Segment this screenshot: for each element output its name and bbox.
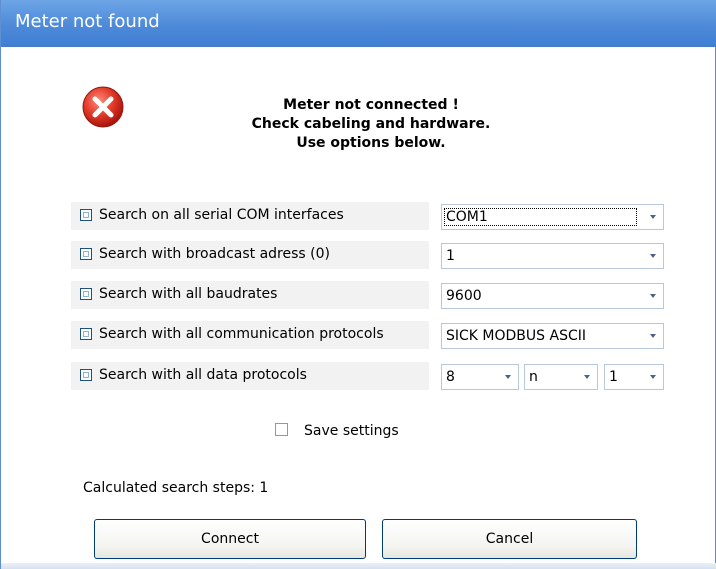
checkbox-broadcast[interactable] — [80, 248, 92, 260]
checkbox-baudrates[interactable] — [80, 288, 92, 300]
window-title: Meter not found — [15, 11, 160, 32]
label-save-settings: Save settings — [304, 423, 399, 439]
checkbox-com-interfaces[interactable] — [80, 209, 92, 221]
message-line-2: Check cabeling and hardware. — [251, 116, 491, 132]
select-data-bits-value: 8 — [446, 369, 455, 385]
select-baudrate[interactable]: 9600 — [441, 283, 664, 309]
select-data-bits[interactable]: 8 — [441, 364, 519, 390]
select-comm-protocol-value: SICK MODBUS ASCII — [446, 328, 586, 344]
label-broadcast: Search with broadcast adress (0) — [99, 246, 330, 262]
select-comm-protocol[interactable]: SICK MODBUS ASCII — [441, 323, 664, 349]
cancel-button[interactable]: Cancel — [382, 519, 637, 559]
chevron-down-icon[interactable] — [643, 284, 663, 308]
title-bar[interactable]: Meter not found — [1, 0, 716, 47]
select-parity-value: n — [529, 369, 538, 385]
dialog-window: Meter not found Meter not connected ! Ch… — [0, 0, 716, 569]
option-row-comm-protocols: Search with all communication protocols — [71, 321, 429, 349]
select-stop-bits-value: 1 — [609, 369, 618, 385]
checkbox-comm-protocols[interactable] — [80, 328, 92, 340]
label-data-protocols: Search with all data protocols — [99, 367, 307, 383]
chevron-down-icon[interactable] — [498, 365, 518, 389]
option-row-data-protocols: Search with all data protocols — [71, 362, 429, 390]
select-baudrate-value: 9600 — [446, 288, 482, 304]
checkbox-save-settings[interactable] — [275, 423, 288, 436]
checkbox-data-protocols[interactable] — [80, 369, 92, 381]
message-line-1: Meter not connected ! — [283, 97, 459, 113]
chevron-down-icon[interactable] — [643, 205, 663, 229]
select-parity[interactable]: n — [524, 364, 598, 390]
window-bottom-edge — [1, 563, 716, 569]
select-address-value: 1 — [446, 248, 455, 264]
option-row-baudrates: Search with all baudrates — [71, 281, 429, 309]
chevron-down-icon[interactable] — [643, 324, 663, 348]
option-row-broadcast: Search with broadcast adress (0) — [71, 241, 429, 269]
select-stop-bits[interactable]: 1 — [604, 364, 664, 390]
search-steps-text: Calculated search steps: 1 — [83, 480, 269, 496]
message-line-3: Use options below. — [296, 135, 446, 151]
option-row-com-interfaces: Search on all serial COM interfaces — [71, 202, 429, 230]
label-comm-protocols: Search with all communication protocols — [99, 326, 384, 342]
label-com-interfaces: Search on all serial COM interfaces — [99, 207, 344, 223]
chevron-down-icon[interactable] — [577, 365, 597, 389]
select-com-port-value: COM1 — [446, 209, 488, 225]
chevron-down-icon[interactable] — [643, 365, 663, 389]
select-com-port[interactable]: COM1 — [441, 204, 664, 230]
connect-button[interactable]: Connect — [94, 519, 366, 559]
error-message: Meter not connected ! Check cabeling and… — [161, 96, 581, 153]
error-icon — [82, 86, 124, 128]
chevron-down-icon[interactable] — [643, 244, 663, 268]
label-baudrates: Search with all baudrates — [99, 286, 278, 302]
select-address[interactable]: 1 — [441, 243, 664, 269]
